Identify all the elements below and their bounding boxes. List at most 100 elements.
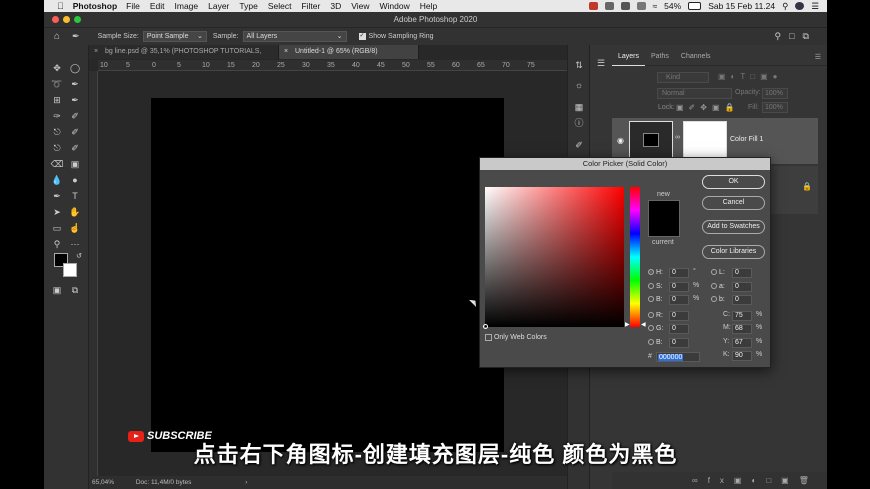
hue-slider-right-arrow[interactable]: ◀: [641, 321, 646, 328]
menu-edit[interactable]: Edit: [150, 1, 165, 11]
eyedropper-icon[interactable]: ✒: [68, 94, 82, 107]
document-canvas[interactable]: [151, 98, 504, 452]
stamp-icon[interactable]: ⎋: [50, 142, 64, 155]
brightness-input[interactable]: 0: [669, 295, 689, 305]
art-history-icon[interactable]: ✐: [68, 142, 82, 155]
saturation-field-row[interactable]: S:: [648, 282, 663, 292]
lab-b-row[interactable]: b:: [711, 295, 725, 305]
wifi-icon[interactable]: ≈: [653, 1, 658, 11]
lab-l-input[interactable]: 0: [732, 268, 752, 278]
app-menu[interactable]: Photoshop: [73, 1, 117, 11]
layers-footer-icons[interactable]: ∞fx▣◐□▣🗑: [612, 472, 827, 489]
show-ring-checkbox[interactable]: ✓: [358, 33, 366, 40]
workspace-icons[interactable]: ⚲□⧉: [775, 31, 817, 42]
quick-select-tool-icon[interactable]: ✒: [68, 78, 82, 91]
close-window-button[interactable]: [52, 16, 59, 23]
menu-extra-icon[interactable]: [604, 2, 614, 10]
close-tab-icon[interactable]: ×: [94, 45, 98, 59]
only-web-checkbox[interactable]: [485, 333, 492, 341]
eraser-tool-icon[interactable]: ⌫: [50, 158, 64, 171]
lasso-tool-icon[interactable]: ➰: [50, 78, 64, 91]
lab-b-input[interactable]: 0: [732, 295, 752, 305]
color-field-marker[interactable]: [483, 324, 488, 329]
status-chevron-icon[interactable]: ›: [245, 479, 247, 486]
tab-untitled[interactable]: × Untitled-1 @ 65% (RGB/8): [279, 45, 419, 59]
panel-menu-icon[interactable]: ☰: [815, 53, 821, 61]
healing-brush-icon[interactable]: ✑: [50, 110, 64, 123]
quick-mask-icon[interactable]: ▣: [50, 284, 64, 297]
search-icon[interactable]: ⚲: [782, 1, 788, 12]
hue-slider-left-arrow[interactable]: ▶: [625, 321, 630, 328]
adjustments-panel-icon[interactable]: ▦: [572, 101, 586, 114]
menu-3d[interactable]: 3D: [330, 1, 341, 11]
background-color-swatch[interactable]: [63, 263, 77, 277]
rectangle-tool-icon[interactable]: ▭: [50, 222, 64, 235]
swap-colors-icon[interactable]: ↺: [72, 250, 86, 263]
battery-icon[interactable]: [688, 2, 702, 10]
lock-icons[interactable]: ▣✐✥▣🔒: [676, 103, 739, 112]
home-icon[interactable]: ⌂: [54, 31, 60, 42]
tab-paths[interactable]: Paths: [645, 48, 675, 66]
tab-bg-line[interactable]: × bg line.psd @ 35,1% (PHOTOSHOP TUTORIA…: [89, 45, 279, 69]
lab-l-radio[interactable]: [711, 269, 717, 276]
layer-name[interactable]: Color Fill 1: [730, 136, 763, 143]
clone-stamp-icon[interactable]: ⎋: [50, 126, 64, 139]
fill-thumbnail[interactable]: [629, 121, 673, 161]
hand-tool-icon[interactable]: ✋: [68, 206, 82, 219]
dodge-tool-icon[interactable]: ●: [68, 174, 82, 187]
minimize-window-button[interactable]: [63, 16, 70, 23]
green-radio[interactable]: [648, 325, 654, 332]
eyedropper-tool-icon[interactable]: ✒: [72, 31, 80, 42]
green-input[interactable]: 0: [669, 324, 689, 334]
green-field-row[interactable]: G:: [648, 324, 663, 334]
tab-channels[interactable]: Channels: [675, 48, 717, 66]
kind-filter-select[interactable]: Kind: [657, 72, 709, 83]
hue-field-row[interactable]: H:: [648, 268, 663, 278]
blur-tool-icon[interactable]: 💧: [50, 174, 64, 187]
properties-panel-icon[interactable]: ☰: [594, 57, 608, 70]
brightness-field-row[interactable]: B:: [648, 295, 663, 305]
color-field[interactable]: [483, 187, 624, 329]
screen-mode-icon[interactable]: ⧉: [68, 284, 82, 297]
history-panel-icon[interactable]: ⇅: [572, 59, 586, 72]
hex-input[interactable]: 000000: [656, 352, 700, 362]
menu-layer[interactable]: Layer: [208, 1, 229, 11]
menu-file[interactable]: File: [126, 1, 140, 11]
pen-tool-icon[interactable]: ✒: [50, 190, 64, 203]
lab-a-row[interactable]: a:: [711, 282, 725, 292]
lab-a-input[interactable]: 0: [732, 282, 752, 292]
black-input[interactable]: 90: [732, 351, 752, 361]
filter-icons[interactable]: ▣◐T□▣●: [718, 72, 783, 81]
gradient-tool-icon[interactable]: ▣: [68, 158, 82, 171]
lab-a-radio[interactable]: [711, 283, 717, 290]
bluetooth-icon[interactable]: [636, 2, 646, 10]
zoom-window-button[interactable]: [74, 16, 81, 23]
menu-view[interactable]: View: [351, 1, 369, 11]
crop-tool-icon[interactable]: ⊞: [50, 94, 64, 107]
close-tab-icon[interactable]: ×: [284, 45, 288, 59]
brightness-radio[interactable]: [648, 296, 654, 303]
notification-icon[interactable]: ☰: [811, 1, 819, 12]
blend-mode-select[interactable]: Normal: [657, 88, 732, 99]
menu-window[interactable]: Window: [380, 1, 410, 11]
hue-slider[interactable]: [630, 187, 640, 327]
color-libraries-button[interactable]: Color Libraries: [702, 245, 765, 259]
info-panel-icon[interactable]: ⓘ: [572, 117, 586, 130]
marquee-tool-icon[interactable]: ◯: [68, 62, 82, 75]
brush-tool-icon[interactable]: ✐: [68, 110, 82, 123]
opacity-field[interactable]: 100%: [762, 88, 788, 99]
red-input[interactable]: 0: [669, 311, 689, 321]
cyan-input[interactable]: 75: [732, 311, 752, 321]
user-icon[interactable]: [795, 2, 805, 10]
blue-field-row[interactable]: B:: [648, 338, 663, 348]
type-tool-icon[interactable]: T: [68, 190, 82, 203]
fill-field[interactable]: 100%: [762, 102, 788, 113]
ok-button[interactable]: OK: [702, 175, 765, 189]
blue-input[interactable]: 0: [669, 338, 689, 348]
mask-thumbnail[interactable]: [683, 121, 727, 161]
menu-filter[interactable]: Filter: [301, 1, 320, 11]
lab-l-row[interactable]: L:: [711, 268, 725, 278]
red-field-row[interactable]: R:: [648, 311, 663, 321]
clock[interactable]: Sab 15 Feb 11.24: [708, 1, 775, 11]
menu-type[interactable]: Type: [239, 1, 257, 11]
